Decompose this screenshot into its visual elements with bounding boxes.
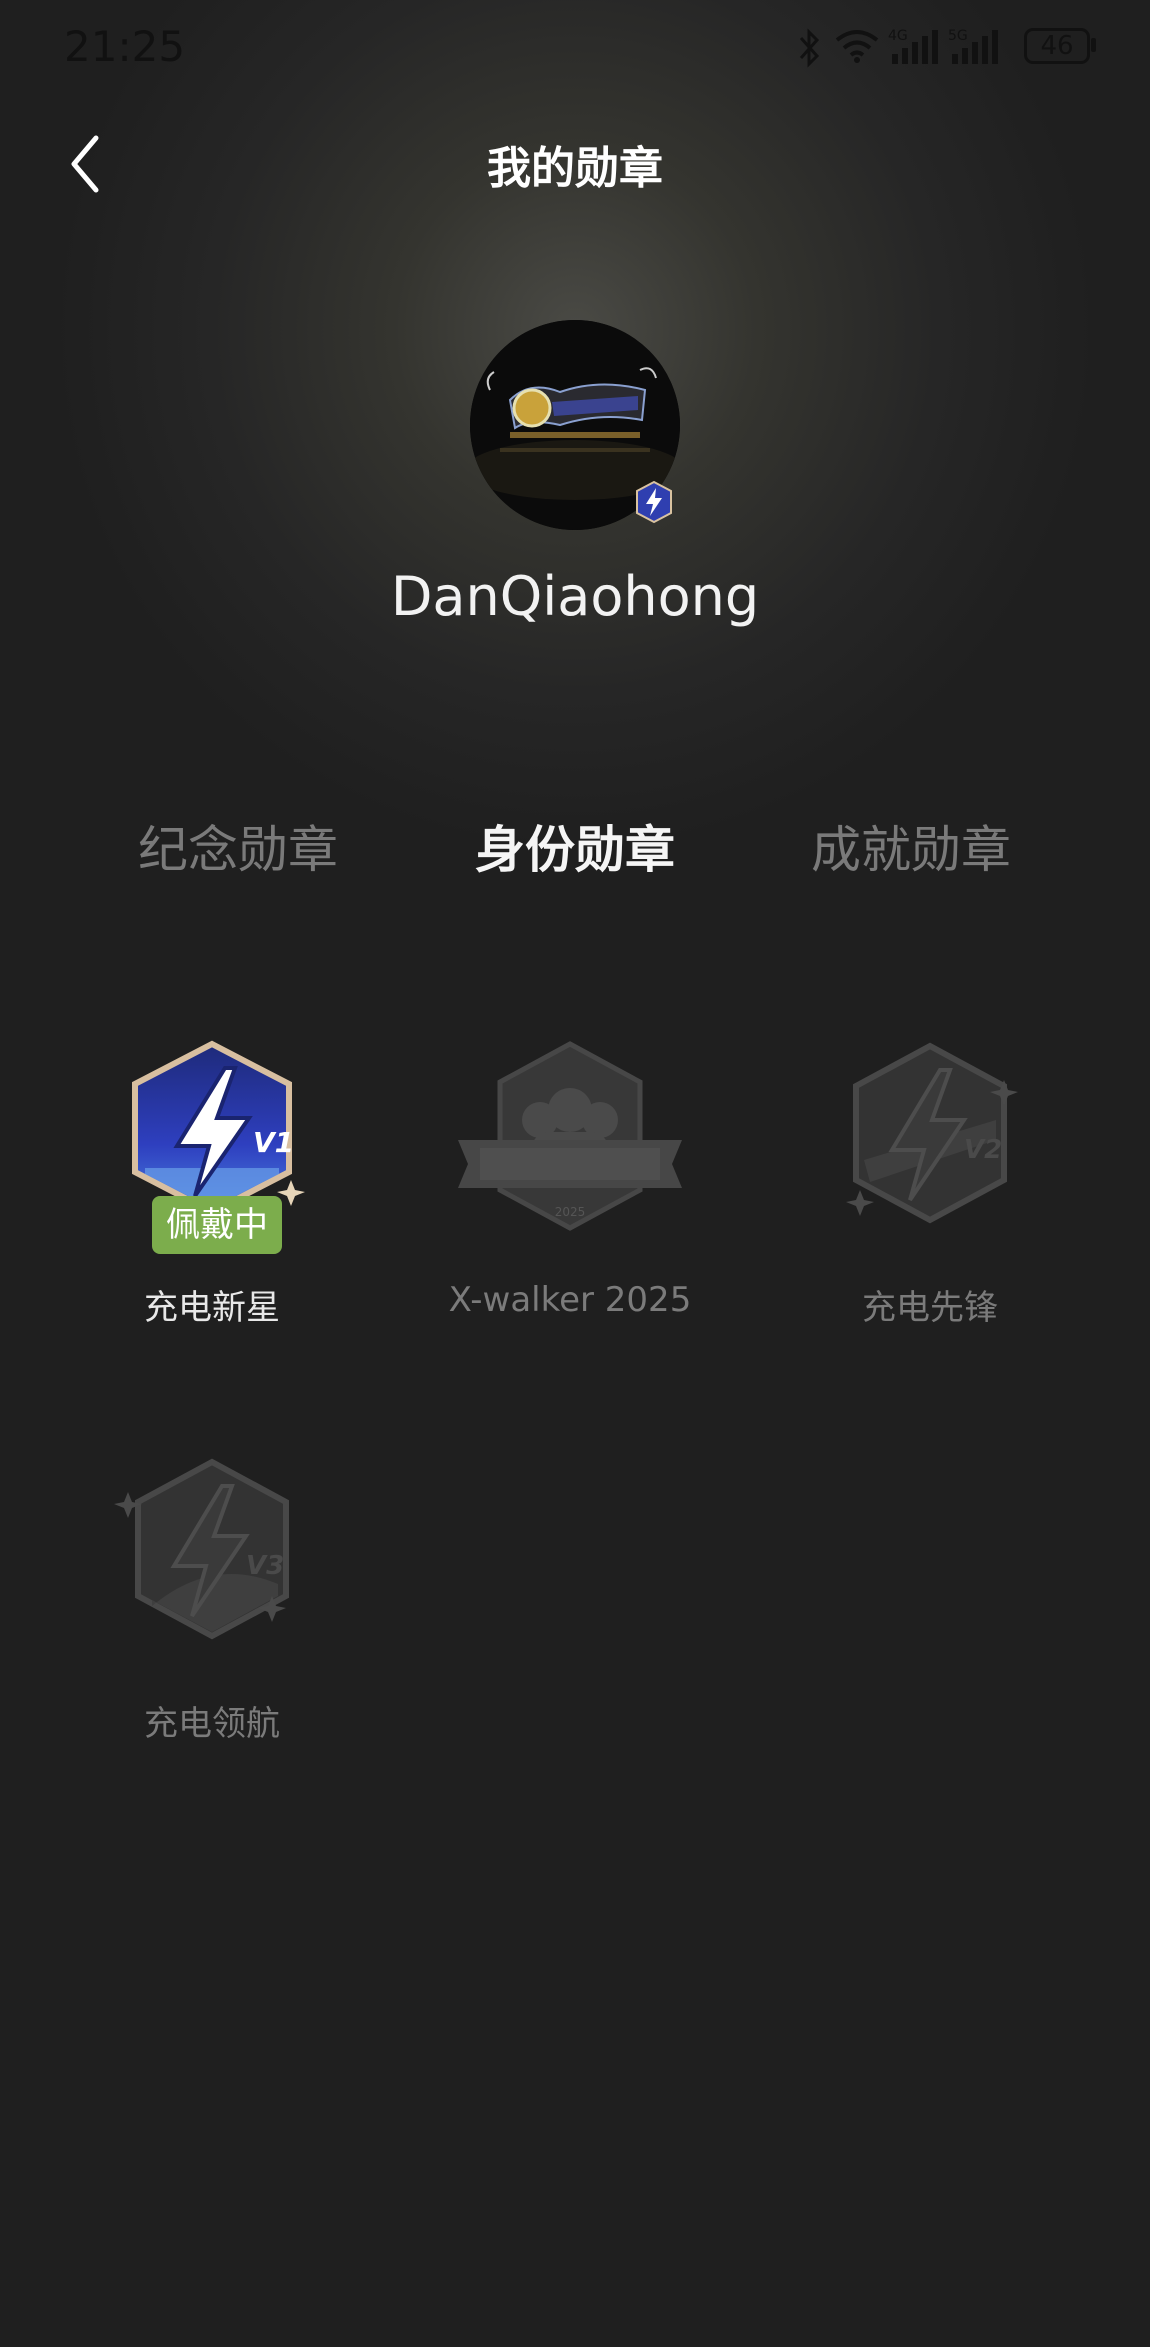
svg-text:V2: V2 — [964, 1135, 1002, 1165]
badge-label: X-walker 2025 — [448, 1280, 692, 1320]
signal-4g-icon: 4G — [888, 28, 938, 64]
charging-pioneer-badge-icon: V2 — [846, 1042, 1018, 1224]
page-header: 我的勋章 — [0, 110, 1150, 210]
page-title: 我的勋章 — [487, 143, 663, 194]
avatar-badge-icon — [636, 480, 672, 524]
svg-text:2025: 2025 — [555, 1205, 586, 1219]
wifi-icon — [835, 30, 879, 63]
x-walker-badge-icon: 2025 — [458, 1041, 682, 1231]
badge-label: 充电新星 — [144, 1288, 280, 1328]
status-time: 21:25 — [64, 22, 186, 71]
wearing-status-badge: 佩戴中 — [152, 1196, 282, 1254]
charging-navigator-badge-icon: V3 — [114, 1458, 289, 1640]
svg-text:V3: V3 — [246, 1551, 284, 1581]
badge-item-charging-star[interactable]: V1 充电新星 — [62, 1040, 362, 1330]
charging-star-badge-icon: V1 — [132, 1040, 305, 1216]
tab-achievement[interactable]: 成就勋章 — [761, 810, 1061, 882]
battery-indicator: 46 — [1024, 28, 1090, 64]
badge-item-charging-navigator[interactable]: V3 充电领航 — [62, 1456, 362, 1746]
profile-avatar[interactable] — [465, 320, 685, 530]
badge-item-charging-pioneer[interactable]: V2 充电先锋 — [780, 1040, 1080, 1330]
badge-label: 充电先锋 — [862, 1288, 998, 1328]
svg-text:5G: 5G — [948, 28, 968, 44]
svg-text:V1: V1 — [253, 1126, 294, 1159]
battery-tip — [1091, 38, 1096, 52]
username: DanQiaohong — [390, 565, 760, 628]
tab-identity[interactable]: 身份勋章 — [425, 810, 725, 882]
tab-commemorative[interactable]: 纪念勋章 — [88, 810, 388, 882]
status-bar: 21:25 4G 5G 46 — [0, 0, 1150, 100]
svg-text:4G: 4G — [888, 28, 908, 44]
bluetooth-icon — [799, 28, 820, 68]
badge-label: 充电领航 — [144, 1704, 280, 1744]
signal-5g-icon: 5G — [948, 28, 998, 64]
badge-item-x-walker[interactable]: 2025 X-walker 2025 — [420, 1040, 720, 1330]
